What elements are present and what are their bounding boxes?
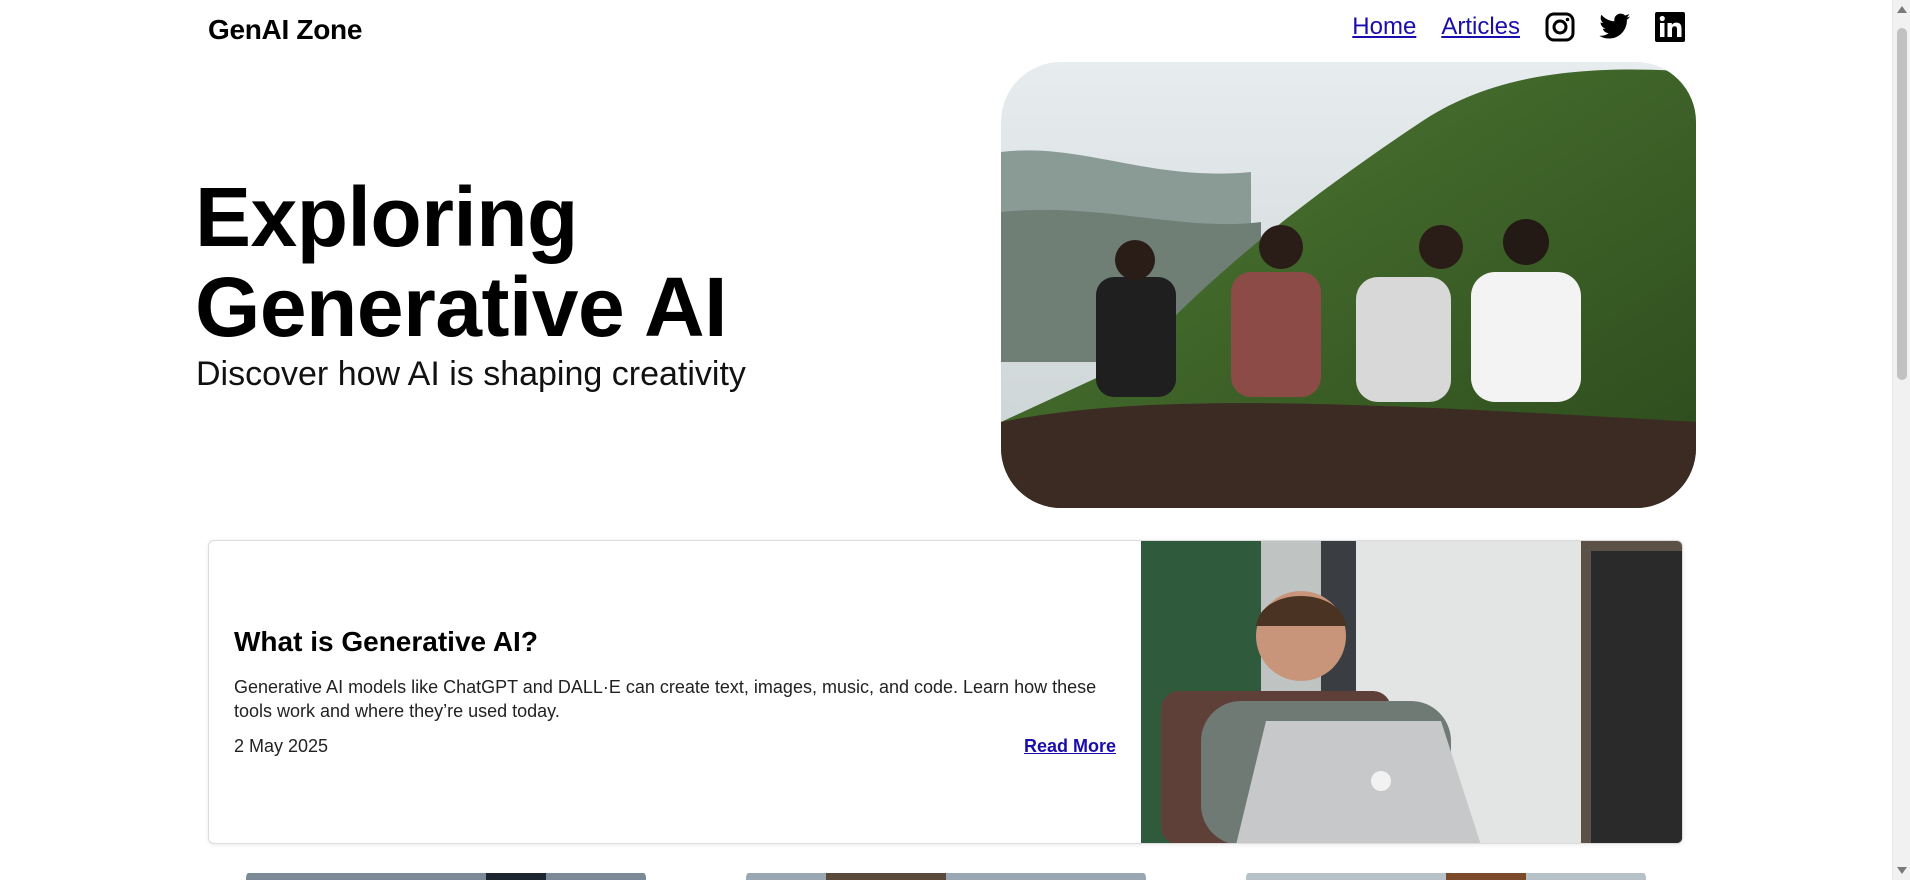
nav-link-home[interactable]: Home (1352, 13, 1416, 41)
featured-article-card[interactable]: What is Generative AI? Generative AI mod… (208, 540, 1683, 844)
top-nav: Home Articles (1352, 12, 1685, 42)
article-thumbnail[interactable] (746, 870, 1146, 880)
hero-subtitle: Discover how AI is shaping creativity (196, 355, 746, 393)
hero-title: Exploring Generative AI (195, 170, 727, 354)
social-links (1545, 12, 1685, 42)
linkedin-icon[interactable] (1655, 12, 1685, 42)
article-thumbnail[interactable] (246, 870, 646, 880)
site-brand[interactable]: GenAI Zone (208, 14, 362, 46)
scroll-up-arrow-icon[interactable] (1897, 6, 1907, 13)
twitter-icon[interactable] (1599, 13, 1631, 41)
hero-image (1001, 62, 1696, 508)
article-date: 2 May 2025 (234, 736, 329, 756)
instagram-icon[interactable] (1545, 12, 1575, 42)
article-image (1141, 541, 1682, 843)
scroll-down-arrow-icon[interactable] (1897, 867, 1907, 874)
page-scrollbar[interactable] (1892, 0, 1910, 880)
article-description: Generative AI models like ChatGPT and DA… (234, 677, 1097, 721)
nav-link-articles[interactable]: Articles (1441, 13, 1520, 41)
article-thumbnail[interactable] (1246, 870, 1646, 880)
article-title[interactable]: What is Generative AI? (234, 626, 538, 658)
scroll-thumb[interactable] (1897, 28, 1907, 380)
read-more-link[interactable]: Read More (1024, 736, 1116, 757)
